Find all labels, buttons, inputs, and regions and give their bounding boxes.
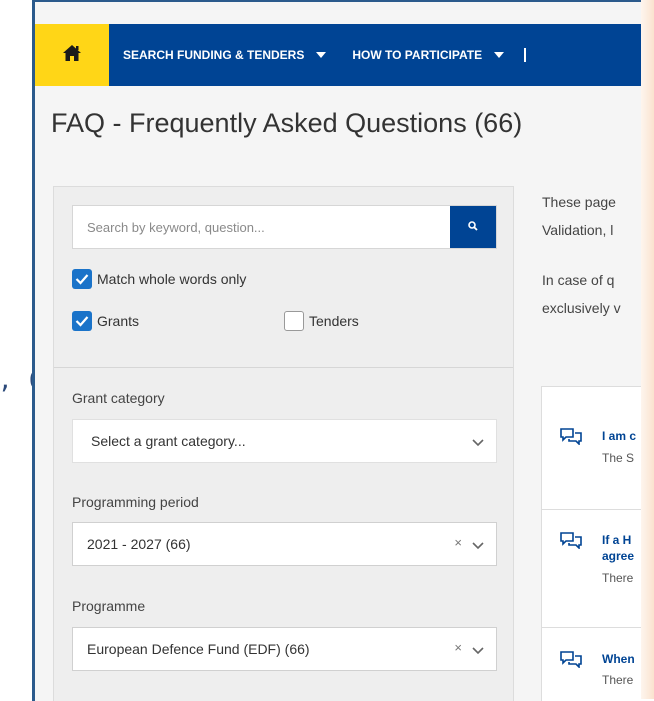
faq-question[interactable]: If a H <box>602 533 631 547</box>
grants-checkbox[interactable] <box>72 311 92 331</box>
programming-period-select[interactable]: 2021 - 2027 (66) × <box>72 522 497 566</box>
grants-option[interactable]: Grants <box>72 311 139 331</box>
grant-category-select[interactable]: Select a grant category... <box>72 419 497 463</box>
home-icon <box>62 44 82 67</box>
main-navbar: SEARCH FUNDING & TENDERS HOW TO PARTICIP… <box>35 24 641 86</box>
match-whole-words-checkbox[interactable] <box>72 269 92 289</box>
tenders-label: Tenders <box>309 313 359 329</box>
chat-icon <box>559 531 583 554</box>
intro-text-line: In case of q <box>542 272 615 288</box>
page-title: FAQ - Frequently Asked Questions (66) <box>51 108 523 138</box>
chevron-down-icon <box>472 537 484 555</box>
grants-label: Grants <box>97 313 140 329</box>
intro-text-line: Validation, l <box>542 222 614 238</box>
tenders-option[interactable]: Tenders <box>284 311 359 331</box>
nav-search-funding-tenders-label: SEARCH FUNDING & TENDERS <box>123 48 305 62</box>
programming-period-label: Programming period <box>72 494 199 510</box>
faq-result-item[interactable]: I am c The S <box>542 387 641 510</box>
nav-how-to-participate-label: HOW TO PARTICIPATE <box>352 48 483 62</box>
search-icon <box>468 218 478 236</box>
caret-down-icon <box>316 52 327 58</box>
chevron-down-icon <box>472 642 484 660</box>
grant-category-value: Select a grant category... <box>91 433 246 449</box>
faq-answer-snippet: The S <box>602 451 635 465</box>
screenshot-panel: SEARCH FUNDING & TENDERS HOW TO PARTICIP… <box>32 0 641 701</box>
grant-category-label: Grant category <box>72 390 165 406</box>
chat-icon <box>559 427 583 450</box>
nav-divider <box>524 48 527 62</box>
faq-question[interactable]: When <box>602 652 635 666</box>
nav-search-funding-tenders[interactable]: SEARCH FUNDING & TENDERS <box>123 48 327 62</box>
match-whole-words-option[interactable]: Match whole words only <box>72 269 246 289</box>
filter-panel: Match whole words only Grants Tenders Gr… <box>53 186 514 701</box>
programme-select[interactable]: European Defence Fund (EDF) (66) × <box>72 627 497 671</box>
home-button[interactable] <box>35 24 109 86</box>
chat-icon <box>559 650 583 673</box>
filter-divider <box>54 367 513 368</box>
clear-icon[interactable]: × <box>454 535 462 550</box>
faq-answer-snippet: There <box>602 673 634 687</box>
caret-down-icon <box>494 52 505 58</box>
faq-result-item[interactable]: If a H agree There <box>542 509 641 628</box>
programme-value: European Defence Fund (EDF) (66) <box>87 641 310 657</box>
intro-text-line: These page <box>542 194 616 210</box>
tenders-checkbox[interactable] <box>284 311 304 331</box>
faq-question-line2[interactable]: agree <box>602 549 634 563</box>
programming-period-value: 2021 - 2027 (66) <box>87 536 191 552</box>
match-whole-words-label: Match whole words only <box>97 271 247 287</box>
search-input[interactable] <box>73 206 451 248</box>
programme-label: Programme <box>72 598 146 614</box>
faq-result-item[interactable]: When There <box>542 627 641 701</box>
chevron-down-icon <box>472 434 484 452</box>
faq-results-list: I am c The S If a H agree There When The… <box>541 386 641 701</box>
faq-question[interactable]: I am c <box>602 429 636 443</box>
search-box <box>72 205 497 249</box>
search-button[interactable] <box>450 206 496 248</box>
nav-how-to-participate[interactable]: HOW TO PARTICIPATE <box>352 48 527 62</box>
clear-icon[interactable]: × <box>454 640 462 655</box>
faq-answer-snippet: There <box>602 571 634 585</box>
intro-text-line: exclusively v <box>542 300 621 316</box>
